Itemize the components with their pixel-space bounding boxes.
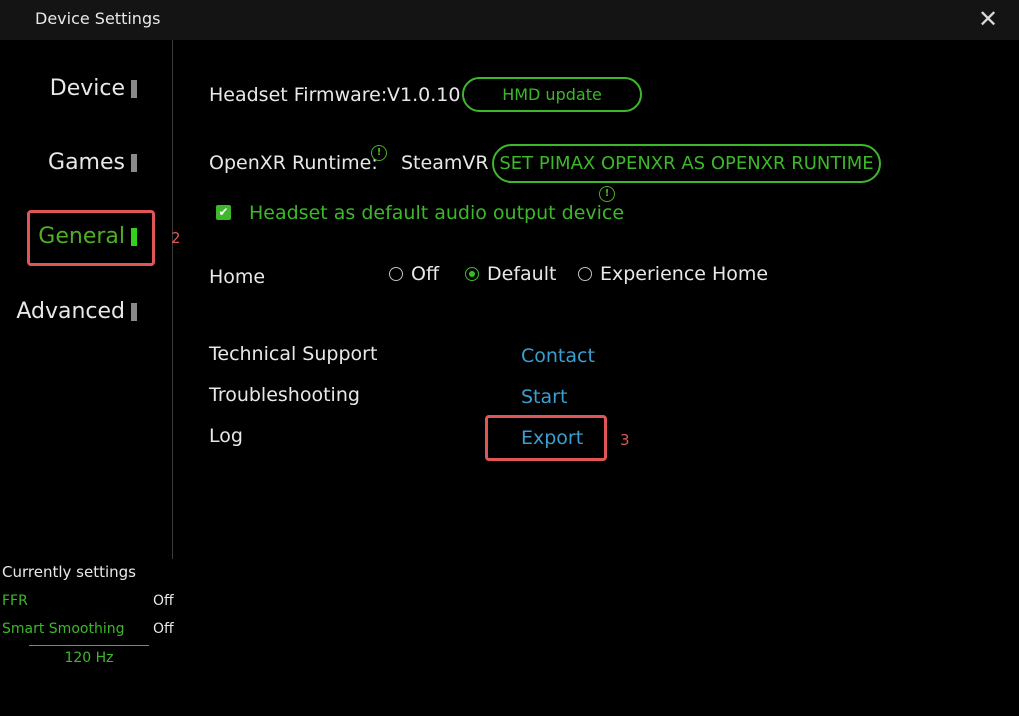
current-settings-title: Currently settings: [2, 563, 136, 581]
sidebar-item-label: Device: [49, 76, 125, 101]
radio-icon: [389, 267, 403, 281]
radio-selected-icon: [465, 267, 479, 281]
log-label: Log: [209, 425, 243, 447]
hmd-update-button[interactable]: HMD update: [462, 77, 642, 112]
firmware-label: Headset Firmware:: [209, 84, 388, 106]
ffr-label: FFR: [2, 593, 28, 609]
sidebar-indicator: [131, 302, 137, 321]
sidebar-item-label: Advanced: [16, 299, 125, 324]
sidebar-indicator: [131, 79, 137, 98]
audio-output-label: Headset as default audio output device: [249, 202, 625, 224]
audio-output-checkbox[interactable]: ✔: [216, 205, 231, 220]
sidebar-item-advanced[interactable]: Advanced: [16, 299, 137, 324]
start-link[interactable]: Start: [521, 386, 567, 408]
openxr-runtime-value: SteamVR: [401, 152, 489, 174]
ffr-value: Off: [153, 593, 174, 609]
refresh-divider: [29, 645, 149, 646]
home-option-off[interactable]: Off: [389, 263, 439, 285]
sidebar-divider: [172, 40, 173, 559]
title-bar: Device Settings ✕: [0, 0, 1019, 40]
annotation-number-2: 2: [171, 229, 181, 247]
troubleshooting-label: Troubleshooting: [209, 384, 360, 406]
close-icon[interactable]: ✕: [976, 7, 1000, 31]
set-openxr-runtime-button[interactable]: SET PIMAX OPENXR AS OPENXR RUNTIME: [492, 144, 881, 183]
smart-smoothing-label: Smart Smoothing: [2, 621, 125, 637]
openxr-info-icon[interactable]: !: [371, 145, 387, 161]
openxr-button-info-icon[interactable]: !: [599, 186, 615, 202]
window-title: Device Settings: [35, 9, 161, 28]
sidebar-item-label: Games: [48, 150, 125, 175]
sidebar-item-device[interactable]: Device: [50, 76, 137, 101]
radio-icon: [578, 267, 592, 281]
smart-smoothing-value: Off: [153, 621, 174, 637]
radio-label: Off: [411, 263, 440, 285]
annotation-box-general: [27, 210, 155, 266]
refresh-rate: 120 Hz: [64, 650, 114, 666]
technical-support-label: Technical Support: [209, 343, 378, 365]
radio-label: Default: [487, 263, 557, 285]
export-link[interactable]: Export: [521, 427, 583, 449]
home-option-default[interactable]: Default: [465, 263, 556, 285]
annotation-number-3: 3: [620, 431, 630, 449]
home-option-experience-home[interactable]: Experience Home: [578, 263, 768, 285]
firmware-version: V1.0.10: [387, 84, 461, 106]
openxr-label: OpenXR Runtime:: [209, 152, 378, 174]
home-label: Home: [209, 266, 266, 288]
sidebar-indicator: [131, 153, 137, 172]
sidebar-item-games[interactable]: Games: [48, 150, 137, 175]
contact-link[interactable]: Contact: [521, 345, 595, 367]
radio-label: Experience Home: [600, 263, 769, 285]
